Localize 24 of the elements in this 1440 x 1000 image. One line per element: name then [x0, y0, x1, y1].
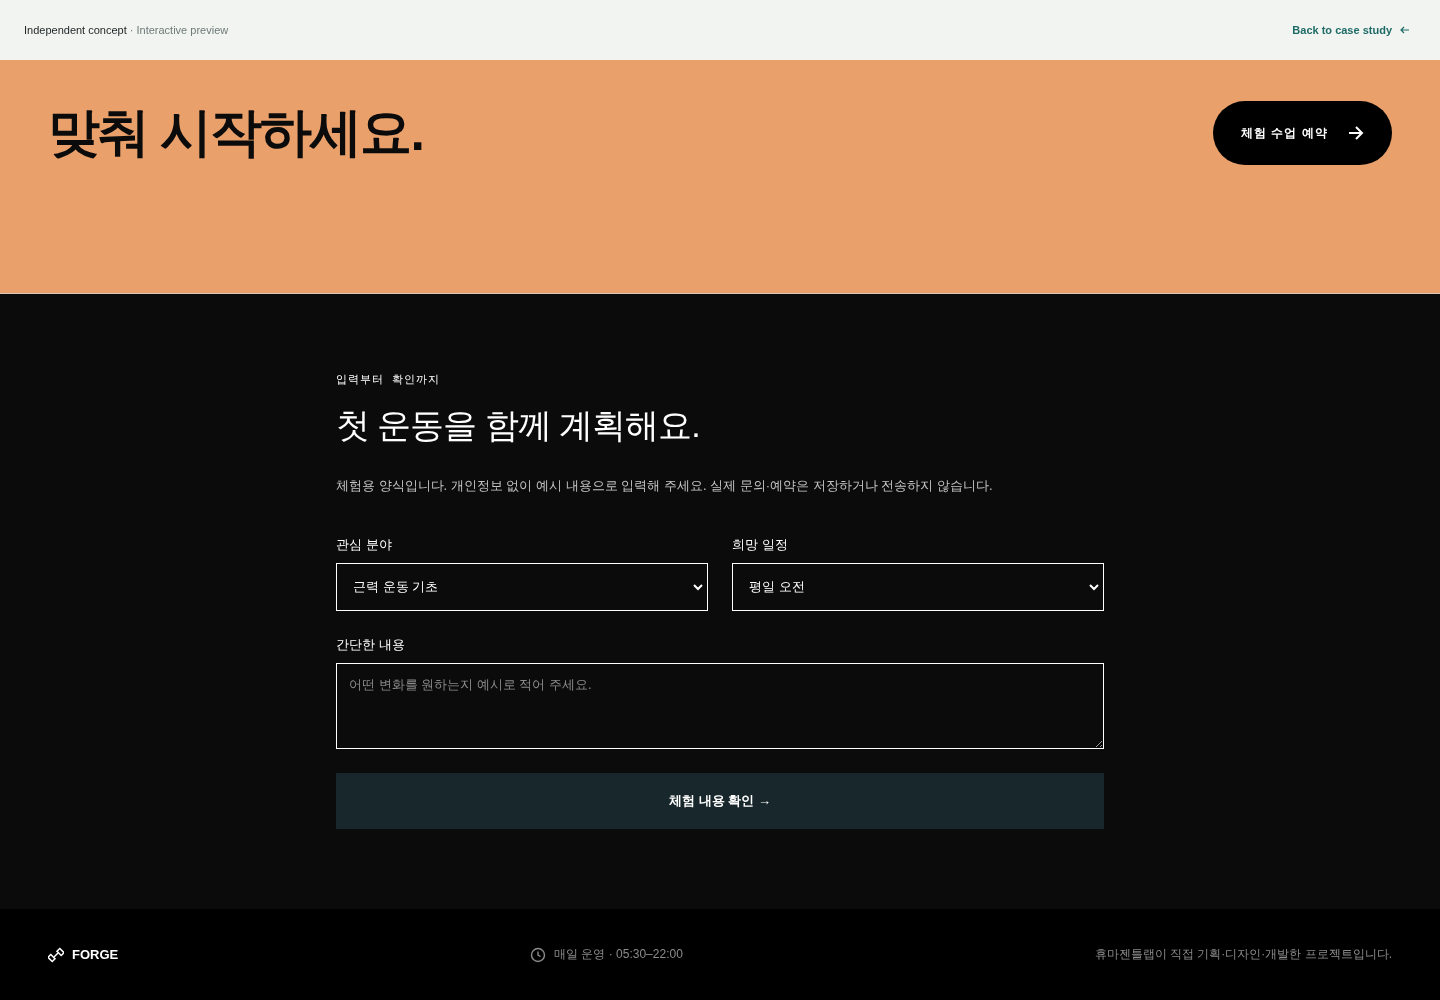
field-label: 관심 분야	[336, 537, 393, 553]
eyebrow-label: 입력부터 확인까지	[336, 372, 442, 387]
dropdown[interactable]: 평일 오전	[732, 563, 1104, 611]
chevron-icon	[693, 583, 703, 591]
brand-label: Independent concept	[24, 24, 127, 36]
preview-label: · Interactive preview	[129, 24, 229, 36]
arrow-icon	[1347, 126, 1364, 140]
footer-brand: FORGE	[72, 947, 119, 962]
form-title: 첫 운동을 함께 계획해요.	[336, 405, 701, 446]
dropdown[interactable]: 근력 운동 기초	[336, 563, 708, 611]
back-link[interactable]: Back to case study	[1292, 24, 1416, 36]
chevron-icon	[1089, 583, 1099, 591]
field-label: 희망 일정	[732, 537, 789, 553]
message-field[interactable]: 어떤 변화를 원하는지 예시로 적어 주세요.	[336, 663, 1104, 749]
clock-icon	[530, 946, 547, 963]
field-label: 간단한 내용	[336, 637, 406, 653]
submit-button[interactable]: 체험 내용 확인 →	[336, 773, 1104, 829]
back-arrow-icon	[1400, 26, 1410, 34]
dumbbell-icon	[48, 946, 64, 963]
form-description: 체험용 양식입니다. 개인정보 없이 예시 내용으로 입력해 주세요. 실제 문의·예약은 저장하거나 전송하지 않습니다.	[336, 477, 994, 495]
credit-label: 휴마젠틀랩이 직접 기획·디자인·개발한 프로젝트입니다.	[1094, 946, 1392, 963]
hours-label: 매일 운영 · 05:30–22:00	[554, 946, 683, 963]
hero-heading: 맞춰 시작하세요.	[48, 101, 423, 163]
book-trial-button[interactable]: 체험 수업 예약	[1213, 101, 1392, 165]
